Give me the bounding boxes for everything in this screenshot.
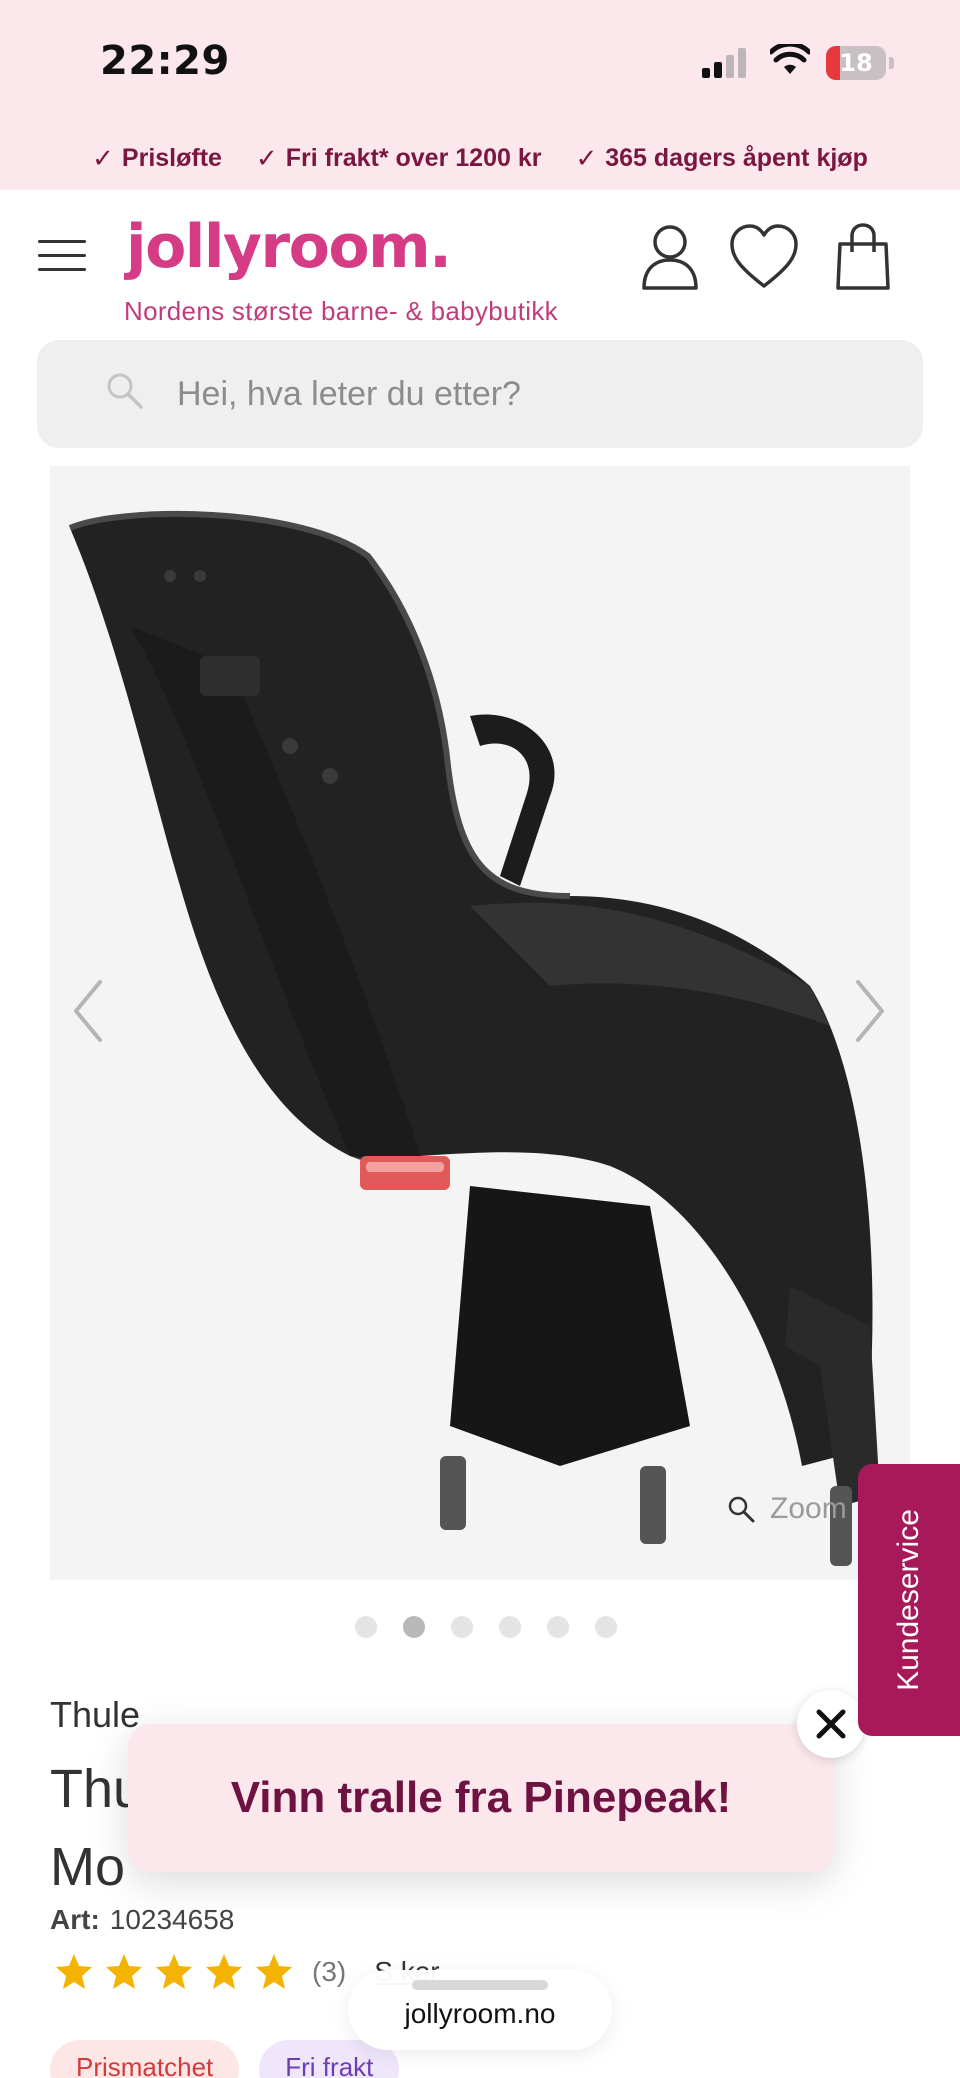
gallery-dot-active[interactable] — [403, 1616, 425, 1638]
gallery-dot[interactable] — [499, 1616, 521, 1638]
star-icon — [206, 1954, 242, 1989]
article-number: Art: 10234658 — [50, 1904, 234, 1936]
product-image — [68, 510, 880, 1566]
gallery-dot[interactable] — [547, 1616, 569, 1638]
status-time: 22:29 — [100, 38, 230, 84]
star-icon — [256, 1954, 292, 1989]
search-input[interactable] — [177, 340, 877, 448]
star-icon — [156, 1954, 192, 1989]
usp-item: ✓ Prisløfte — [92, 143, 222, 174]
gallery-pagination — [355, 1616, 617, 1638]
wishlist-heart-icon[interactable] — [728, 222, 800, 292]
article-number-value: 10234658 — [109, 1904, 235, 1935]
zoom-label: Zoom — [770, 1492, 847, 1525]
usp-label: 365 dagers åpent kjøp — [605, 143, 868, 172]
promo-text: Vinn tralle fra Pinepeak! — [230, 1773, 732, 1822]
cellular-signal-icon — [702, 48, 750, 78]
status-bar: 22:29 18 — [0, 0, 960, 126]
search-icon — [107, 373, 143, 409]
wifi-icon — [770, 44, 810, 74]
address-bar-handle — [412, 1980, 548, 1990]
zoom-magnifier-icon — [728, 1496, 755, 1523]
usp-label: Fri frakt* over 1200 kr — [285, 143, 542, 172]
site-tagline: Nordens største barne- & babybutikk — [124, 296, 558, 326]
gallery-dot[interactable] — [595, 1616, 617, 1638]
article-number-label: Art: — [50, 1904, 100, 1935]
promo-banner[interactable]: Vinn tralle fra Pinepeak! — [128, 1724, 834, 1872]
account-icon[interactable] — [638, 222, 702, 292]
product-badges: Prismatchet Fri frakt — [50, 2040, 400, 2078]
usp-label: Prisløfte — [121, 143, 222, 172]
product-brand[interactable]: Thule — [50, 1694, 140, 1736]
star-icon — [56, 1954, 92, 1989]
customer-service-tab[interactable]: Kundeservice — [858, 1464, 960, 1736]
star-icon — [106, 1954, 142, 1989]
customer-service-label: Kundeservice — [892, 1509, 925, 1691]
site-logo[interactable]: jollyroom. — [126, 212, 452, 282]
usp-item: ✓ 365 dagers åpent kjøp — [575, 143, 867, 174]
hamburger-menu-icon[interactable] — [38, 238, 86, 274]
gallery-next-arrow-icon[interactable] — [850, 976, 890, 1046]
usp-bar: ✓ Prisløfte ✓ Fri frakt* over 1200 kr ✓ … — [0, 126, 960, 190]
battery-icon: 18 — [826, 46, 896, 82]
site-header: jollyroom. Nordens største barne- & baby… — [0, 190, 960, 340]
close-icon — [816, 1709, 846, 1739]
zoom-button[interactable]: Zoom — [726, 1492, 847, 1526]
usp-item: ✓ Fri frakt* over 1200 kr — [256, 143, 542, 174]
promo-close-button[interactable] — [797, 1690, 865, 1758]
badge-price-match: Prismatchet — [50, 2040, 240, 2078]
checkmark-icon: ✓ — [255, 142, 278, 173]
browser-address-bar[interactable]: jollyroom.no — [348, 1970, 612, 2050]
battery-level: 18 — [839, 49, 873, 77]
shopping-bag-icon[interactable] — [834, 222, 892, 292]
rating-count: (3) — [312, 1956, 347, 1987]
checkmark-icon: ✓ — [92, 142, 114, 173]
browser-url: jollyroom.no — [404, 1998, 556, 2029]
checkmark-icon: ✓ — [575, 142, 598, 173]
gallery-dot[interactable] — [355, 1616, 377, 1638]
gallery-dot[interactable] — [451, 1616, 473, 1638]
gallery-prev-arrow-icon[interactable] — [68, 976, 108, 1046]
product-image-gallery[interactable]: Zoom — [50, 466, 910, 1580]
search-bar — [37, 340, 923, 448]
